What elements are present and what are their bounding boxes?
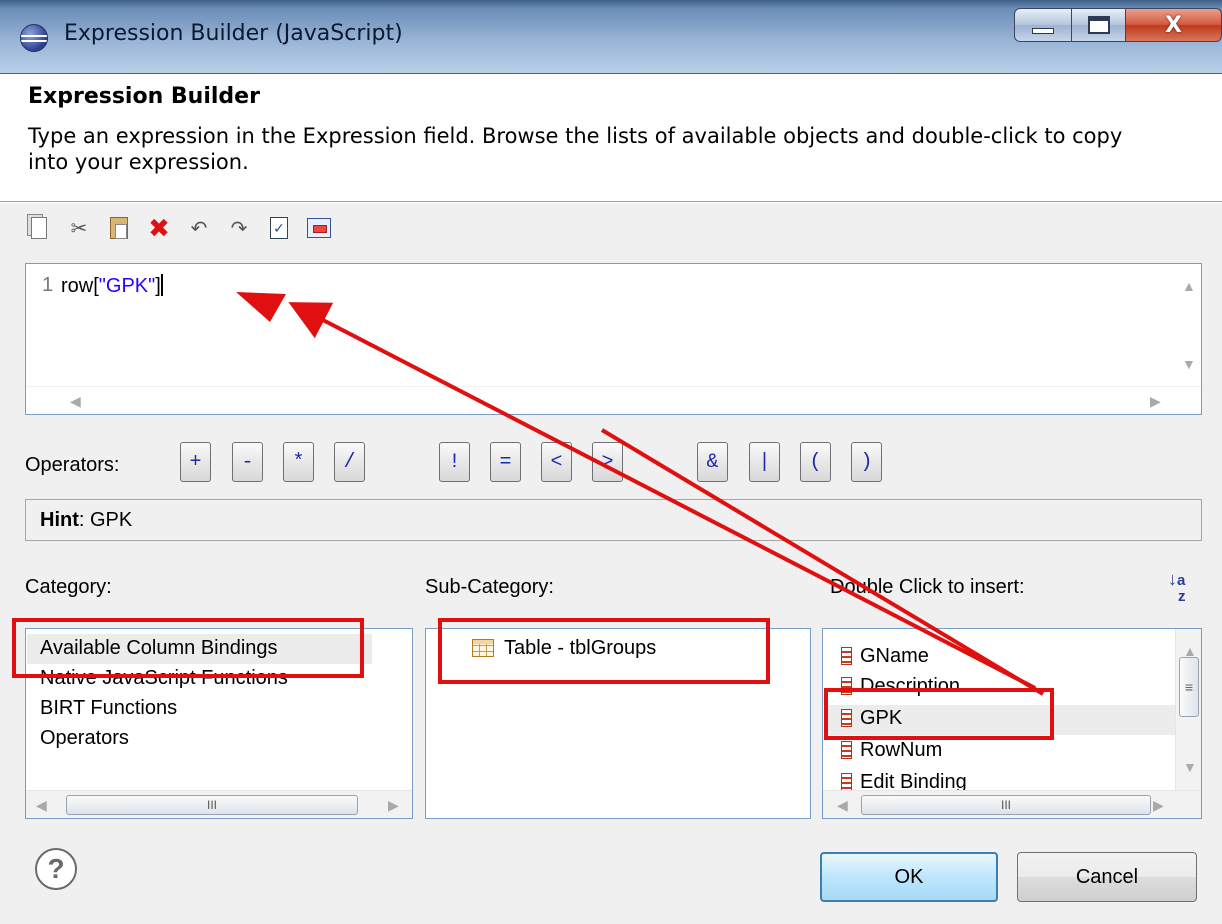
operator-close-paren-button[interactable]: )	[851, 442, 882, 482]
scroll-up-icon[interactable]: ▲	[1182, 278, 1196, 294]
scroll-down-icon[interactable]: ▼	[1182, 356, 1196, 372]
minimize-button[interactable]	[1014, 8, 1072, 42]
code-prefix: row[	[61, 275, 99, 297]
operators-icon[interactable]	[306, 214, 332, 242]
operator-greater-than-button[interactable]: >	[592, 442, 623, 482]
list-item[interactable]: Native JavaScript Functions	[40, 667, 288, 690]
editor-toolbar: ✂ ✖ ↶ ↷ ✓	[26, 213, 332, 244]
window-title: Expression Builder (JavaScript)	[64, 21, 403, 46]
scroll-left-icon[interactable]: ◀	[70, 393, 81, 410]
operator-open-paren-button[interactable]: (	[800, 442, 831, 482]
column-icon	[841, 741, 852, 759]
column-icon	[841, 773, 852, 791]
list-item[interactable]: Available Column Bindings	[40, 637, 278, 660]
column-icon	[841, 647, 852, 665]
hint-value: : GPK	[78, 509, 133, 531]
close-button[interactable]: X	[1126, 8, 1222, 42]
table-icon	[472, 639, 494, 657]
editor-horizontal-scrollbar[interactable]: ◀ ▶	[26, 386, 1201, 414]
expression-editor[interactable]: 1 row["GPK"] ▲ ▼ ◀ ▶	[25, 263, 1202, 415]
scroll-thumb[interactable]: III	[66, 795, 358, 815]
operator-minus-button[interactable]: -	[232, 442, 263, 482]
operator-and-button[interactable]: &	[697, 442, 728, 482]
scroll-right-icon[interactable]: ▶	[1150, 393, 1161, 410]
insert-label: Double Click to insert:	[830, 576, 1025, 598]
subcategory-label: Sub-Category:	[425, 576, 554, 598]
redo-icon[interactable]: ↷	[226, 214, 252, 242]
cancel-button[interactable]: Cancel	[1017, 852, 1197, 902]
scroll-right-icon[interactable]: ▶	[388, 797, 399, 814]
eclipse-icon	[20, 24, 48, 52]
editor-vertical-scrollbar[interactable]: ▲ ▼	[1175, 264, 1201, 384]
scroll-thumb[interactable]: ≡	[1179, 657, 1199, 717]
help-icon[interactable]: ?	[35, 848, 77, 890]
column-icon	[841, 677, 852, 695]
expression-text[interactable]: row["GPK"]	[61, 274, 163, 298]
list-item[interactable]: Table - tblGroups	[472, 637, 656, 660]
column-icon	[841, 709, 852, 727]
copy-icon[interactable]	[26, 214, 52, 242]
operator-equals-button[interactable]: =	[490, 442, 521, 482]
operator-plus-button[interactable]: +	[180, 442, 211, 482]
list-item[interactable]: GPK	[841, 707, 902, 730]
code-string: "GPK"	[98, 275, 156, 297]
dialog-header: Expression Builder Type an expression in…	[0, 75, 1222, 202]
scroll-left-icon[interactable]: ◀	[36, 797, 47, 814]
window-controls: X	[1014, 8, 1222, 42]
minimize-icon	[1032, 28, 1054, 34]
category-list[interactable]: Available Column Bindings Native JavaScr…	[25, 628, 413, 819]
title-bar[interactable]: Expression Builder (JavaScript) X	[0, 0, 1222, 74]
scroll-thumb[interactable]: III	[861, 795, 1151, 815]
maximize-icon	[1087, 16, 1110, 34]
category-horizontal-scrollbar[interactable]: ◀ III ▶	[26, 790, 412, 818]
scroll-down-icon[interactable]: ▼	[1183, 759, 1197, 775]
list-item[interactable]: GName	[841, 645, 929, 668]
ok-button[interactable]: OK	[820, 852, 998, 902]
cut-icon[interactable]: ✂	[66, 214, 92, 242]
undo-icon[interactable]: ↶	[186, 214, 212, 242]
list-item[interactable]: BIRT Functions	[40, 697, 177, 720]
operator-divide-button[interactable]: /	[334, 442, 365, 482]
delete-icon[interactable]: ✖	[146, 213, 172, 243]
maximize-button[interactable]	[1072, 8, 1126, 42]
operator-multiply-button[interactable]: *	[283, 442, 314, 482]
operator-not-button[interactable]: !	[439, 442, 470, 482]
hint-box: Hint: GPK	[25, 499, 1202, 541]
dialog-title: Expression Builder	[28, 84, 260, 109]
insert-vertical-scrollbar[interactable]: ▲ ≡ ▼	[1175, 629, 1201, 791]
scroll-left-icon[interactable]: ◀	[837, 797, 848, 814]
text-cursor	[160, 274, 163, 296]
insert-horizontal-scrollbar[interactable]: ◀ III ▶	[823, 790, 1201, 818]
line-gutter: 1	[26, 264, 60, 384]
subcategory-list[interactable]: Table - tblGroups	[425, 628, 811, 819]
list-item[interactable]: Operators	[40, 727, 129, 750]
scroll-right-icon[interactable]: ▶	[1153, 797, 1164, 814]
dialog-description: Type an expression in the Expression fie…	[28, 124, 1123, 174]
validate-icon[interactable]: ✓	[266, 214, 292, 242]
paste-icon[interactable]	[106, 214, 132, 242]
list-item[interactable]: RowNum	[841, 739, 942, 762]
hint-label: Hint	[40, 509, 79, 531]
insert-list[interactable]: GName Description GPK RowNum Edit Bindin…	[822, 628, 1202, 819]
line-number: 1	[42, 274, 54, 296]
operators-label: Operators:	[25, 454, 120, 476]
list-item[interactable]: Description	[841, 675, 960, 698]
close-icon: X	[1165, 12, 1182, 38]
operator-less-than-button[interactable]: <	[541, 442, 572, 482]
operator-or-button[interactable]: |	[749, 442, 780, 482]
sort-az-icon[interactable]: ↓a z	[1168, 570, 1186, 604]
category-label: Category:	[25, 576, 112, 598]
